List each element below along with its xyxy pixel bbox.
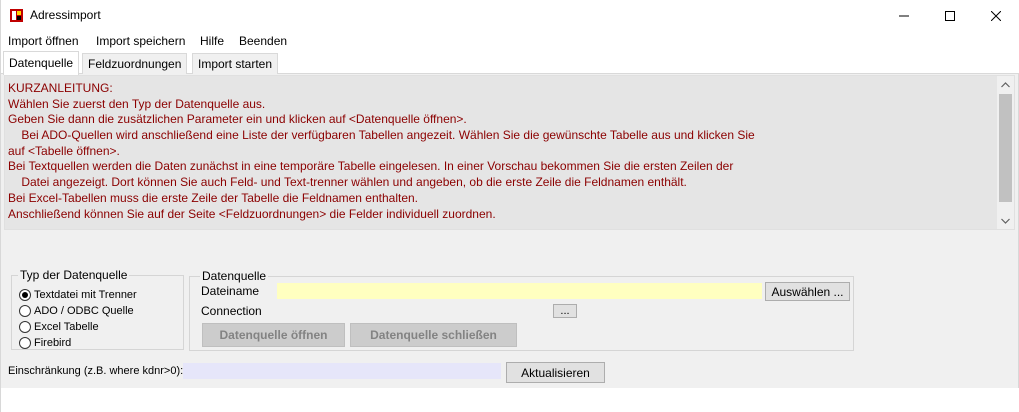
menu-exit[interactable]: Beenden (239, 34, 287, 48)
source-type-group: Typ der Datenquelle Textdatei mit Trenne… (11, 268, 184, 350)
radio-label: ADO / ODBC Quelle (34, 305, 134, 317)
bottom-area (1, 388, 1019, 412)
title-bar: Adressimport (1, 0, 1019, 31)
instruction-line: Anschließend können Sie auf der Seite <F… (8, 206, 496, 221)
tab-strip: Datenquelle Feldzuordnungen Import start… (1, 51, 1019, 75)
filename-input[interactable] (277, 283, 762, 299)
instruction-line: Bei Excel-Tabellen muss die erste Zeile … (8, 190, 419, 205)
instruction-line: Wählen Sie zuerst den Typ der Datenquell… (8, 96, 266, 111)
window-title: Adressimport (30, 8, 101, 22)
instruction-line: KURZANLEITUNG: (8, 81, 113, 95)
select-file-button[interactable]: Auswählen ... (765, 282, 850, 301)
connection-browse-button[interactable]: ... (553, 304, 577, 318)
tab-import-starten[interactable]: Import starten (192, 53, 279, 74)
instructions-panel[interactable]: KURZANLEITUNG: Wählen Sie zuerst den Typ… (4, 75, 1015, 230)
instruction-line: Datei angezeigt. Dort können Sie auch Fe… (8, 175, 687, 190)
minimize-icon (899, 15, 909, 16)
instructions-text: KURZANLEITUNG: Wählen Sie zuerst den Typ… (8, 81, 988, 222)
radio-label: Firebird (34, 337, 72, 349)
refresh-button[interactable]: Aktualisieren (506, 362, 605, 383)
filter-input[interactable] (183, 363, 501, 379)
app-icon (9, 8, 24, 23)
scroll-down-button[interactable] (997, 212, 1014, 229)
scroll-up-button[interactable] (997, 76, 1014, 93)
open-datasource-button[interactable]: Datenquelle öffnen (202, 323, 345, 347)
menu-import-open[interactable]: Import öffnen (8, 34, 79, 48)
radio-textdatei[interactable]: Textdatei mit Trenner (19, 288, 137, 302)
instruction-line: Geben Sie dann die zusätzlichen Paramete… (8, 112, 467, 127)
close-datasource-button[interactable]: Datenquelle schließen (350, 323, 517, 347)
radio-label: Excel Tabelle (34, 321, 99, 333)
menu-help[interactable]: Hilfe (200, 34, 224, 48)
radio-ado-odbc[interactable]: ADO / ODBC Quelle (19, 304, 134, 318)
radio-excel[interactable]: Excel Tabelle (19, 320, 99, 334)
connection-label: Connection (201, 304, 262, 318)
maximize-icon (945, 10, 955, 21)
radio-button-checked[interactable] (19, 289, 31, 301)
close-button[interactable] (973, 0, 1019, 31)
tab-datenquelle[interactable]: Datenquelle (3, 51, 80, 75)
minimize-button[interactable] (881, 0, 927, 31)
radio-label: Textdatei mit Trenner (34, 289, 137, 301)
radio-button[interactable] (19, 305, 31, 317)
radio-button[interactable] (19, 337, 31, 349)
menu-bar: Import öffnen Import speichern Hilfe Bee… (1, 31, 1019, 51)
vertical-scrollbar[interactable] (997, 76, 1014, 229)
instruction-line: Bei ADO-Quellen wird anschließend eine L… (8, 128, 755, 143)
filename-label: Dateiname (201, 284, 260, 298)
instruction-line: Bei Textquellen werden die Daten zunächs… (8, 159, 734, 174)
radio-button[interactable] (19, 321, 31, 333)
main-window: Adressimport Import öffnen Import speich… (0, 0, 1019, 412)
close-icon (991, 10, 1001, 21)
tab-feldzuordnungen[interactable]: Feldzuordnungen (82, 53, 188, 74)
datasource-legend: Datenquelle (200, 269, 269, 283)
menu-import-save[interactable]: Import speichern (96, 34, 185, 48)
maximize-button[interactable] (927, 0, 973, 31)
radio-firebird[interactable]: Firebird (19, 336, 71, 350)
chevron-up-icon (1001, 81, 1010, 87)
instruction-line: auf <Tabelle öffnen>. (8, 143, 120, 158)
source-type-legend: Typ der Datenquelle (18, 268, 130, 282)
scroll-thumb[interactable] (999, 94, 1012, 202)
filter-label: Einschränkung (z.B. where kdnr>0): (8, 365, 184, 377)
chevron-down-icon (1001, 218, 1010, 224)
